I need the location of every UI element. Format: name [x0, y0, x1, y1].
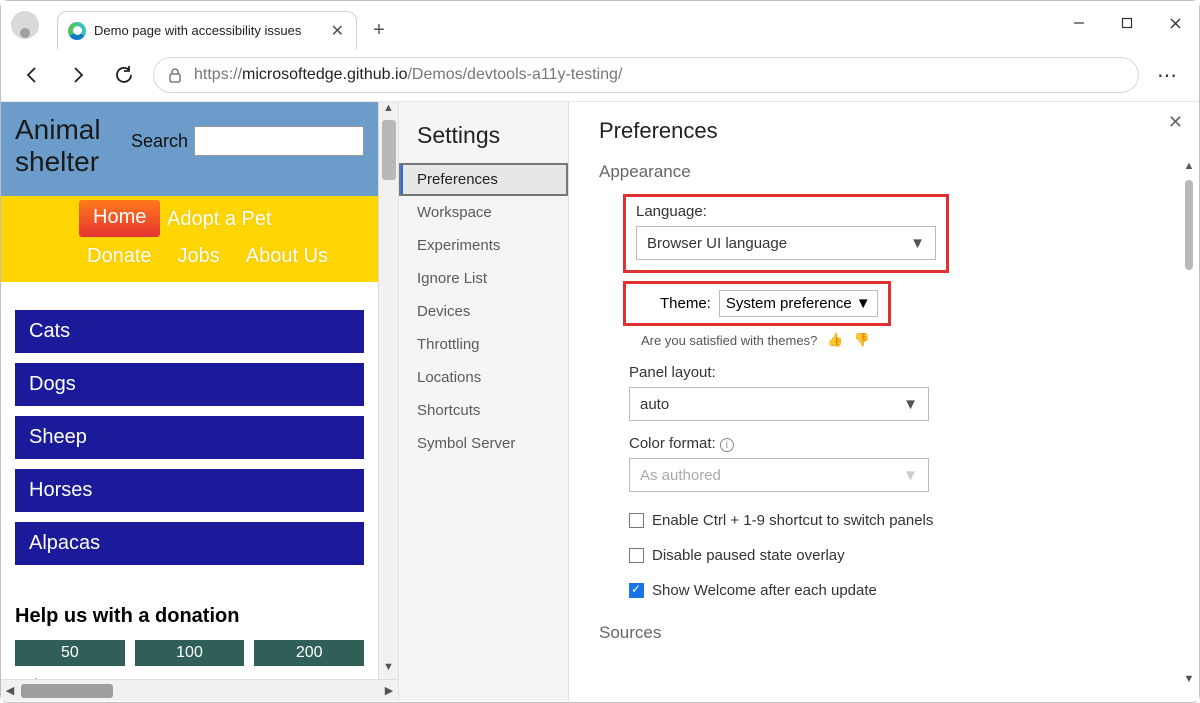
more-menu-button[interactable]: ⋯ [1151, 58, 1185, 92]
sidebar-item-locations[interactable]: Locations [399, 361, 568, 394]
sidebar-item-devices[interactable]: Devices [399, 295, 568, 328]
settings-sidebar: Settings Preferences Workspace Experimen… [399, 102, 569, 701]
scrollbar-thumb[interactable] [1185, 180, 1193, 270]
nav-donate[interactable]: Donate [87, 245, 152, 268]
window-controls [1055, 3, 1199, 43]
thumbs-up-icon[interactable]: 👍 [827, 332, 843, 348]
theme-highlight: Theme: System preference ▼ [623, 281, 891, 326]
welcome-checkbox[interactable]: Show Welcome after each update [629, 576, 1169, 605]
maximize-button[interactable] [1103, 3, 1151, 43]
color-format-label: Color format: i [629, 435, 1169, 452]
close-window-button[interactable] [1151, 3, 1199, 43]
profile-icon[interactable] [11, 11, 39, 39]
donate-amount[interactable]: 200 [254, 640, 364, 666]
appearance-heading: Appearance [599, 162, 1169, 182]
scroll-right-icon[interactable]: ▶ [380, 680, 398, 701]
vertical-scrollbar[interactable]: ▲ ▼ [378, 102, 398, 679]
language-value: Browser UI language [647, 235, 787, 252]
theme-value: System preference [726, 295, 852, 312]
list-item[interactable]: Dogs [15, 363, 364, 406]
back-button[interactable] [15, 58, 49, 92]
panel-layout-label: Panel layout: [629, 364, 1169, 381]
panel-layout-select[interactable]: auto ▼ [629, 387, 929, 421]
title-bar: Demo page with accessibility issues ✕ + [1, 1, 1199, 49]
theme-label: Theme: [660, 295, 711, 312]
nav-adopt[interactable]: Adopt a Pet [167, 208, 272, 231]
content-area: Animalshelter Search Home Adopt a Pet Do… [1, 101, 1199, 701]
animal-list: Cats Dogs Sheep Horses Alpacas [1, 282, 378, 579]
color-format-value: As authored [640, 467, 721, 484]
theme-feedback: Are you satisfied with themes? 👍 👎 [641, 332, 1169, 348]
thumbs-down-icon[interactable]: 👎 [854, 332, 870, 348]
scroll-up-icon[interactable]: ▲ [1181, 160, 1197, 178]
scroll-down-icon[interactable]: ▼ [379, 661, 398, 679]
address-bar[interactable]: https://microsoftedge.github.io/Demos/de… [153, 57, 1139, 93]
edge-icon [68, 22, 86, 40]
chevron-down-icon: ▼ [903, 396, 918, 413]
info-icon[interactable]: i [720, 438, 734, 452]
donate-amount[interactable]: 50 [15, 640, 125, 666]
site-header: Animalshelter Search [1, 102, 378, 196]
new-tab-button[interactable]: + [363, 14, 395, 46]
search-input[interactable] [194, 126, 364, 156]
chevron-down-icon: ▼ [903, 467, 918, 484]
chevron-down-icon: ▼ [910, 235, 925, 252]
close-tab-icon[interactable]: ✕ [327, 21, 348, 41]
lock-icon [168, 67, 182, 83]
prefs-scrollbar[interactable]: ▲ ▼ [1181, 160, 1197, 691]
sidebar-item-preferences[interactable]: Preferences [399, 163, 568, 196]
devtools-panel: Settings Preferences Workspace Experimen… [399, 102, 1199, 701]
page-viewport: Animalshelter Search Home Adopt a Pet Do… [1, 102, 399, 701]
chevron-down-icon: ▼ [856, 295, 871, 312]
close-settings-button[interactable]: ✕ [1168, 112, 1183, 133]
nav-about[interactable]: About Us [246, 245, 328, 268]
paused-overlay-checkbox[interactable]: Disable paused state overlay [629, 541, 1169, 570]
scrollbar-thumb[interactable] [21, 684, 113, 698]
nav-jobs[interactable]: Jobs [178, 245, 220, 268]
scrollbar-thumb[interactable] [382, 120, 396, 180]
language-label: Language: [636, 203, 936, 220]
scroll-up-icon[interactable]: ▲ [379, 102, 398, 120]
donate-amount[interactable]: 100 [135, 640, 245, 666]
theme-select[interactable]: System preference ▼ [719, 290, 878, 317]
scroll-down-icon[interactable]: ▼ [1181, 673, 1197, 691]
sidebar-item-ignore-list[interactable]: Ignore List [399, 262, 568, 295]
url-text: https://microsoftedge.github.io/Demos/de… [194, 66, 622, 84]
preferences-body: ✕ Preferences Appearance Language: Brows… [569, 102, 1199, 701]
language-highlight: Language: Browser UI language ▼ [623, 194, 949, 273]
panel-layout-value: auto [640, 396, 669, 413]
forward-button[interactable] [61, 58, 95, 92]
settings-heading: Settings [399, 114, 568, 163]
browser-toolbar: https://microsoftedge.github.io/Demos/de… [1, 49, 1199, 101]
list-item[interactable]: Horses [15, 469, 364, 512]
search-label: Search [131, 131, 188, 152]
browser-tab[interactable]: Demo page with accessibility issues ✕ [57, 11, 357, 49]
list-item[interactable]: Cats [15, 310, 364, 353]
donate-section: Help us with a donation 50 100 200 Other [1, 579, 378, 679]
sidebar-item-shortcuts[interactable]: Shortcuts [399, 394, 568, 427]
color-format-select[interactable]: As authored ▼ [629, 458, 929, 492]
language-select[interactable]: Browser UI language ▼ [636, 226, 936, 260]
scroll-left-icon[interactable]: ◀ [1, 680, 19, 701]
preferences-title: Preferences [599, 118, 1169, 144]
minimize-button[interactable] [1055, 3, 1103, 43]
nav-home[interactable]: Home [79, 200, 160, 237]
refresh-button[interactable] [107, 58, 141, 92]
list-item[interactable]: Sheep [15, 416, 364, 459]
donate-heading: Help us with a donation [15, 605, 364, 628]
sidebar-item-workspace[interactable]: Workspace [399, 196, 568, 229]
horizontal-scrollbar[interactable]: ◀ ▶ [1, 679, 398, 701]
sidebar-item-throttling[interactable]: Throttling [399, 328, 568, 361]
sidebar-item-experiments[interactable]: Experiments [399, 229, 568, 262]
list-item[interactable]: Alpacas [15, 522, 364, 565]
tab-title: Demo page with accessibility issues [94, 23, 319, 38]
site-nav: Home Adopt a Pet Donate Jobs About Us [1, 196, 378, 282]
sidebar-item-symbol-server[interactable]: Symbol Server [399, 427, 568, 460]
ctrl-shortcut-checkbox[interactable]: Enable Ctrl + 1-9 shortcut to switch pan… [629, 506, 1169, 535]
sources-heading: Sources [599, 623, 1169, 643]
